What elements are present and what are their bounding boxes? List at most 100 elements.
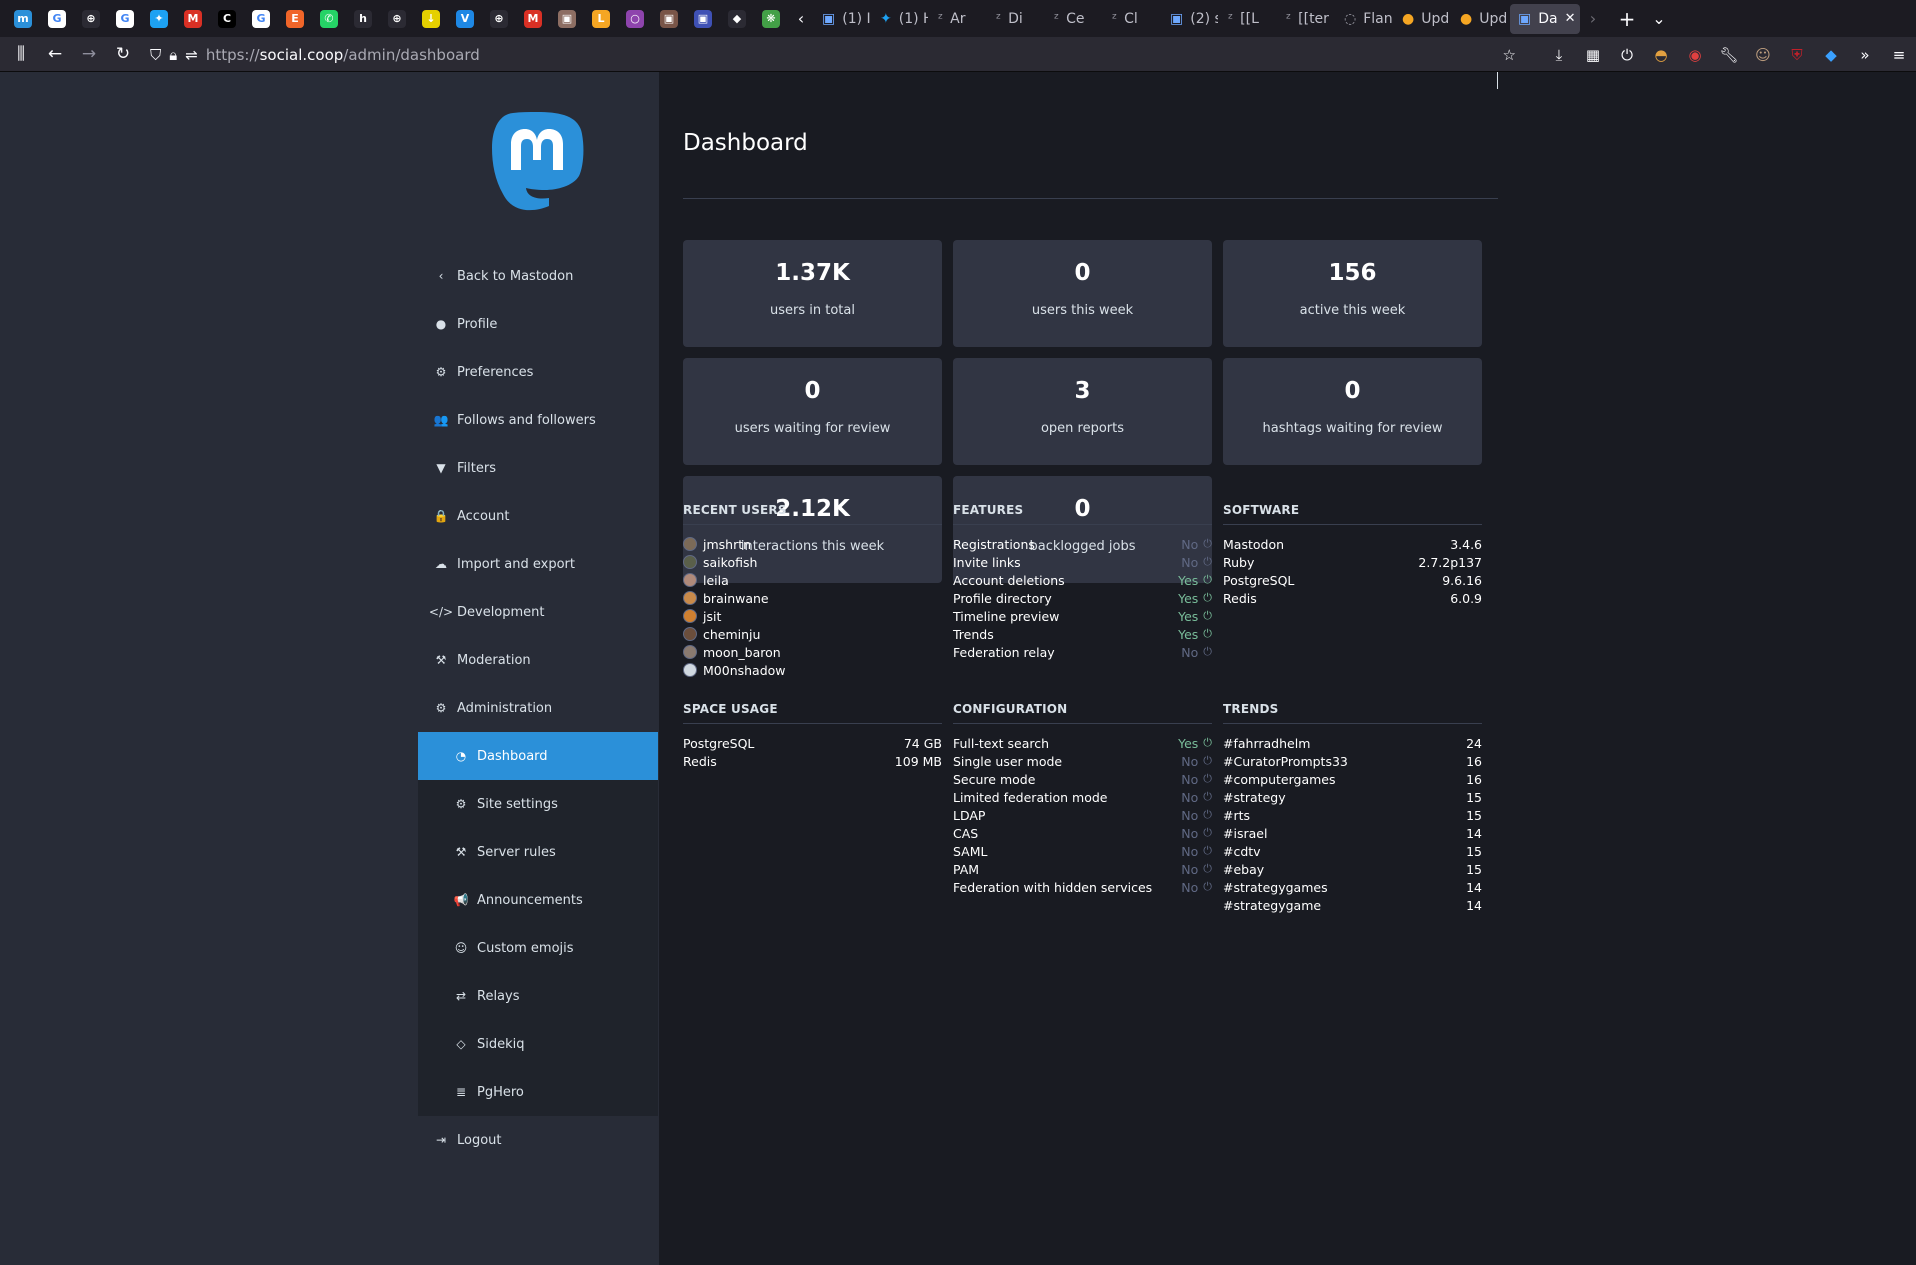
- nav-administration[interactable]: ⚙ Administration: [418, 684, 658, 732]
- wrench-icon[interactable]: 🔧︎: [1712, 40, 1746, 70]
- pinned-tab[interactable]: M: [516, 0, 550, 37]
- extension-red-icon[interactable]: ◉: [1678, 40, 1712, 70]
- username-link[interactable]: brainwane: [703, 591, 769, 606]
- browser-tab[interactable]: ᶻ Ar: [930, 4, 986, 34]
- recent-user-row[interactable]: leila: [683, 571, 942, 589]
- recent-user-row[interactable]: jmshrtn: [683, 535, 942, 553]
- username-link[interactable]: moon_baron: [703, 645, 781, 660]
- trend-key[interactable]: #computergames: [1223, 772, 1336, 787]
- lock-icon[interactable]: 🔒︎: [169, 46, 177, 64]
- nav-preferences[interactable]: ⚙ Preferences: [418, 348, 658, 396]
- pinned-tab[interactable]: ✆: [312, 0, 346, 37]
- nav-server-rules[interactable]: ⚒ Server rules: [418, 828, 658, 876]
- nav-profile[interactable]: ● Profile: [418, 300, 658, 348]
- hamburger-menu-icon[interactable]: ≡: [1882, 40, 1916, 70]
- pinned-tab[interactable]: ⊕: [380, 0, 414, 37]
- scroll-tabs-left-button[interactable]: ‹: [788, 4, 814, 34]
- power-icon[interactable]: ⏻: [1610, 40, 1644, 70]
- forward-icon[interactable]: →: [72, 39, 106, 69]
- scroll-tabs-right-button[interactable]: ›: [1580, 4, 1606, 34]
- recent-user-row[interactable]: brainwane: [683, 589, 942, 607]
- browser-tab[interactable]: ᶻ Di: [988, 4, 1044, 34]
- username-link[interactable]: jmshrtn: [703, 537, 751, 552]
- pinned-tab[interactable]: ▣: [652, 0, 686, 37]
- browser-tab[interactable]: ● Upda: [1394, 4, 1450, 34]
- pinned-tab[interactable]: L: [584, 0, 618, 37]
- browser-tab[interactable]: ᶻ Cl: [1104, 4, 1160, 34]
- overflow-menu-icon[interactable]: »: [1848, 40, 1882, 70]
- nav-sidekiq[interactable]: ◇ Sidekiq: [418, 1020, 658, 1068]
- pinned-tab[interactable]: ↓: [414, 0, 448, 37]
- nav-logout[interactable]: ⇥ Logout: [418, 1116, 658, 1164]
- trend-key[interactable]: #rts: [1223, 808, 1250, 823]
- nav-relays[interactable]: ⇄ Relays: [418, 972, 658, 1020]
- new-tab-button[interactable]: +: [1614, 4, 1640, 34]
- browser-tab[interactable]: ▣ (1) Ir: [814, 4, 870, 34]
- username-link[interactable]: saikofish: [703, 555, 757, 570]
- shield-icon[interactable]: ⛉: [150, 46, 161, 64]
- back-icon[interactable]: ←: [38, 39, 72, 69]
- address-bar[interactable]: ⛉ 🔒︎ ⇌ https://social.coop/admin/dashboa…: [146, 41, 1516, 68]
- pinned-tab[interactable]: G: [244, 0, 278, 37]
- ublock-icon[interactable]: ⛨: [1780, 40, 1814, 70]
- close-tab-icon[interactable]: ✕: [1565, 11, 1576, 26]
- nav-account[interactable]: 🔒 Account: [418, 492, 658, 540]
- trend-key[interactable]: #fahrradhelm: [1223, 736, 1310, 751]
- pinned-tab[interactable]: ▣: [686, 0, 720, 37]
- browser-tab[interactable]: ● Upda: [1452, 4, 1508, 34]
- trend-key[interactable]: #israel: [1223, 826, 1267, 841]
- trend-key[interactable]: #CuratorPrompts33: [1223, 754, 1348, 769]
- nav-back-to-mastodon[interactable]: ‹ Back to Mastodon: [418, 252, 658, 300]
- recent-user-row[interactable]: moon_baron: [683, 643, 942, 661]
- pinned-tab[interactable]: E: [278, 0, 312, 37]
- trend-key[interactable]: #strategygame: [1223, 898, 1321, 913]
- nav-filters[interactable]: ▼ Filters: [418, 444, 658, 492]
- pinned-tab[interactable]: ◆: [720, 0, 754, 37]
- nav-import-and-export[interactable]: ☁ Import and export: [418, 540, 658, 588]
- username-link[interactable]: M00nshadow: [703, 663, 786, 678]
- permissions-icon[interactable]: ⇌: [185, 46, 198, 64]
- extension-face-icon[interactable]: ☺: [1746, 40, 1780, 70]
- recent-user-row[interactable]: jsit: [683, 607, 942, 625]
- pinned-tab[interactable]: V: [448, 0, 482, 37]
- username-link[interactable]: jsit: [703, 609, 721, 624]
- pinned-tab[interactable]: ▣: [550, 0, 584, 37]
- pinned-tab[interactable]: C: [210, 0, 244, 37]
- trend-key[interactable]: #strategy: [1223, 790, 1286, 805]
- pinned-tab[interactable]: ❋: [754, 0, 788, 37]
- trend-key[interactable]: #ebay: [1223, 862, 1264, 877]
- browser-tab[interactable]: ᶻ Ce: [1046, 4, 1102, 34]
- nav-announcements[interactable]: 📢 Announcements: [418, 876, 658, 924]
- extension-gem-icon[interactable]: ◆: [1814, 40, 1848, 70]
- pinned-tab[interactable]: G: [108, 0, 142, 37]
- pinned-tab[interactable]: M: [176, 0, 210, 37]
- pinned-tab[interactable]: ○: [618, 0, 652, 37]
- recent-user-row[interactable]: M00nshadow: [683, 661, 942, 679]
- recent-user-row[interactable]: saikofish: [683, 553, 942, 571]
- browser-tab[interactable]: ᶻ [[ter: [1278, 4, 1334, 34]
- mastodon-logo[interactable]: [487, 110, 587, 214]
- trend-key[interactable]: #strategygames: [1223, 880, 1328, 895]
- pinned-tab[interactable]: h: [346, 0, 380, 37]
- pinned-tab[interactable]: m: [6, 0, 40, 37]
- pinned-tab[interactable]: ✦: [142, 0, 176, 37]
- pinned-tab[interactable]: ⊕: [482, 0, 516, 37]
- pinned-tab[interactable]: ⊕: [74, 0, 108, 37]
- username-link[interactable]: leila: [703, 573, 729, 588]
- trend-key[interactable]: #cdtv: [1223, 844, 1261, 859]
- reader-icon[interactable]: ▦: [1576, 40, 1610, 70]
- bookmark-star-icon[interactable]: ☆: [1503, 46, 1516, 64]
- browser-tab[interactable]: ◌ Flanc: [1336, 4, 1392, 34]
- nav-follows-and-followers[interactable]: 👥 Follows and followers: [418, 396, 658, 444]
- browser-tab[interactable]: ᶻ [[L: [1220, 4, 1276, 34]
- nav-development[interactable]: </> Development: [418, 588, 658, 636]
- nav-moderation[interactable]: ⚒ Moderation: [418, 636, 658, 684]
- nav-pghero[interactable]: ≣ PgHero: [418, 1068, 658, 1116]
- nav-dashboard[interactable]: ◔ Dashboard: [418, 732, 658, 780]
- reload-icon[interactable]: ↻: [106, 39, 140, 69]
- browser-tab[interactable]: ▣ Da ✕: [1510, 3, 1580, 34]
- nav-custom-emojis[interactable]: ☺ Custom emojis: [418, 924, 658, 972]
- pinned-tab[interactable]: G: [40, 0, 74, 37]
- username-link[interactable]: cheminju: [703, 627, 760, 642]
- browser-tab[interactable]: ▣ (2) so: [1162, 4, 1218, 34]
